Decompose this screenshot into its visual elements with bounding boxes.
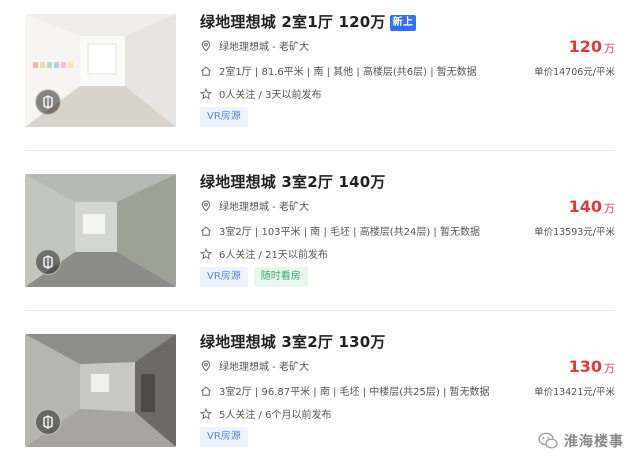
watermark-text: 淮海楼事 xyxy=(564,434,624,450)
vr-icon[interactable] xyxy=(35,89,61,115)
follow-info: 6人关注 / 21天以前发布 xyxy=(219,250,328,261)
house-icon xyxy=(201,385,211,396)
house-info: 3室2厅 | 103平米 | 南 | 毛坯 | 高楼层(共24层) | 暂无数据 xyxy=(219,227,480,238)
star-icon xyxy=(200,407,212,419)
star-icon xyxy=(200,247,212,259)
listing-title[interactable]: 绿地理想城 3室2厅 130万 xyxy=(200,331,386,352)
location-pin-icon xyxy=(201,359,211,372)
community-name[interactable]: 绿地理想城 - 老矿大 xyxy=(219,198,309,213)
star-icon xyxy=(200,87,212,99)
listing-title-text[interactable]: 绿地理想城 2室1厅 120万 xyxy=(200,13,386,31)
info-row: 2室1厅 | 81.6平米 | 南 | 其他 | 高楼层(共6层) | 暂无数据 xyxy=(200,63,477,78)
wechat-icon xyxy=(538,432,558,449)
follow-info: 0人关注 / 3天以前发布 xyxy=(219,90,322,101)
follow-row: 5人关注 / 6个月以前发布 xyxy=(200,406,331,421)
follow-row: 6人关注 / 21天以前发布 xyxy=(200,246,328,261)
community-name[interactable]: 绿地理想城 - 老矿大 xyxy=(219,38,309,53)
house-icon xyxy=(201,225,211,236)
house-icon xyxy=(201,65,211,76)
new-badge: 新上 xyxy=(389,15,417,31)
listing-photo[interactable] xyxy=(25,14,176,127)
vr-icon[interactable] xyxy=(35,249,61,275)
tag-vr: VR房源 xyxy=(200,427,248,447)
location-pin-icon xyxy=(201,199,211,212)
price-unit: 万 xyxy=(604,42,615,55)
listing-title[interactable]: 绿地理想城 2室1厅 120万 新上 xyxy=(200,11,417,32)
total-price: 130 万 xyxy=(569,357,615,376)
price-value: 120 xyxy=(568,37,602,56)
tag-visit-anytime: 随时看房 xyxy=(253,267,308,287)
tag-list: VR房源 xyxy=(200,427,248,447)
listing-title[interactable]: 绿地理想城 3室2厅 140万 xyxy=(200,171,386,192)
price-value: 130 xyxy=(568,357,602,376)
unit-price: 单价14706元/平米 xyxy=(534,67,615,78)
vr-icon[interactable] xyxy=(35,409,61,435)
divider xyxy=(25,150,615,151)
tag-list: VR房源 随时看房 xyxy=(200,267,308,287)
info-row: 3室2厅 | 96.87平米 | 南 | 毛坯 | 中楼层(共25层) | 暂无… xyxy=(200,383,490,398)
listing-title-text[interactable]: 绿地理想城 3室2厅 140万 xyxy=(200,173,386,191)
community-row[interactable]: 绿地理想城 - 老矿大 xyxy=(200,198,309,213)
divider xyxy=(25,310,615,311)
follow-row: 0人关注 / 3天以前发布 xyxy=(200,86,321,101)
total-price: 120 万 xyxy=(569,37,615,56)
unit-price: 单价13593元/平米 xyxy=(534,227,615,238)
listing-card[interactable]: 绿地理想城 2室1厅 120万 新上 绿地理想城 - 老矿大 2室1厅 | 81.… xyxy=(0,0,640,140)
tag-vr: VR房源 xyxy=(200,107,248,127)
watermark: 淮海楼事 xyxy=(538,431,624,451)
listing-card[interactable]: 绿地理想城 3室2厅 140万 绿地理想城 - 老矿大 3室2厅 | 103平米… xyxy=(0,160,640,300)
community-row[interactable]: 绿地理想城 - 老矿大 xyxy=(200,358,309,373)
listing-title-text[interactable]: 绿地理想城 3室2厅 130万 xyxy=(200,333,386,351)
unit-price: 单价13421元/平米 xyxy=(534,387,615,398)
community-name[interactable]: 绿地理想城 - 老矿大 xyxy=(219,358,309,373)
price-value: 140 xyxy=(568,197,602,216)
info-row: 3室2厅 | 103平米 | 南 | 毛坯 | 高楼层(共24层) | 暂无数据 xyxy=(200,223,480,238)
follow-info: 5人关注 / 6个月以前发布 xyxy=(219,410,332,421)
tag-vr: VR房源 xyxy=(200,267,248,287)
community-row[interactable]: 绿地理想城 - 老矿大 xyxy=(200,38,309,53)
price-unit: 万 xyxy=(604,362,615,375)
total-price: 140 万 xyxy=(569,197,615,216)
house-info: 3室2厅 | 96.87平米 | 南 | 毛坯 | 中楼层(共25层) | 暂无… xyxy=(219,387,490,398)
price-unit: 万 xyxy=(604,202,615,215)
tag-list: VR房源 xyxy=(200,107,248,127)
listing-photo[interactable] xyxy=(25,334,176,447)
listing-photo[interactable] xyxy=(25,174,176,287)
house-info: 2室1厅 | 81.6平米 | 南 | 其他 | 高楼层(共6层) | 暂无数据 xyxy=(219,67,477,78)
location-pin-icon xyxy=(201,39,211,52)
